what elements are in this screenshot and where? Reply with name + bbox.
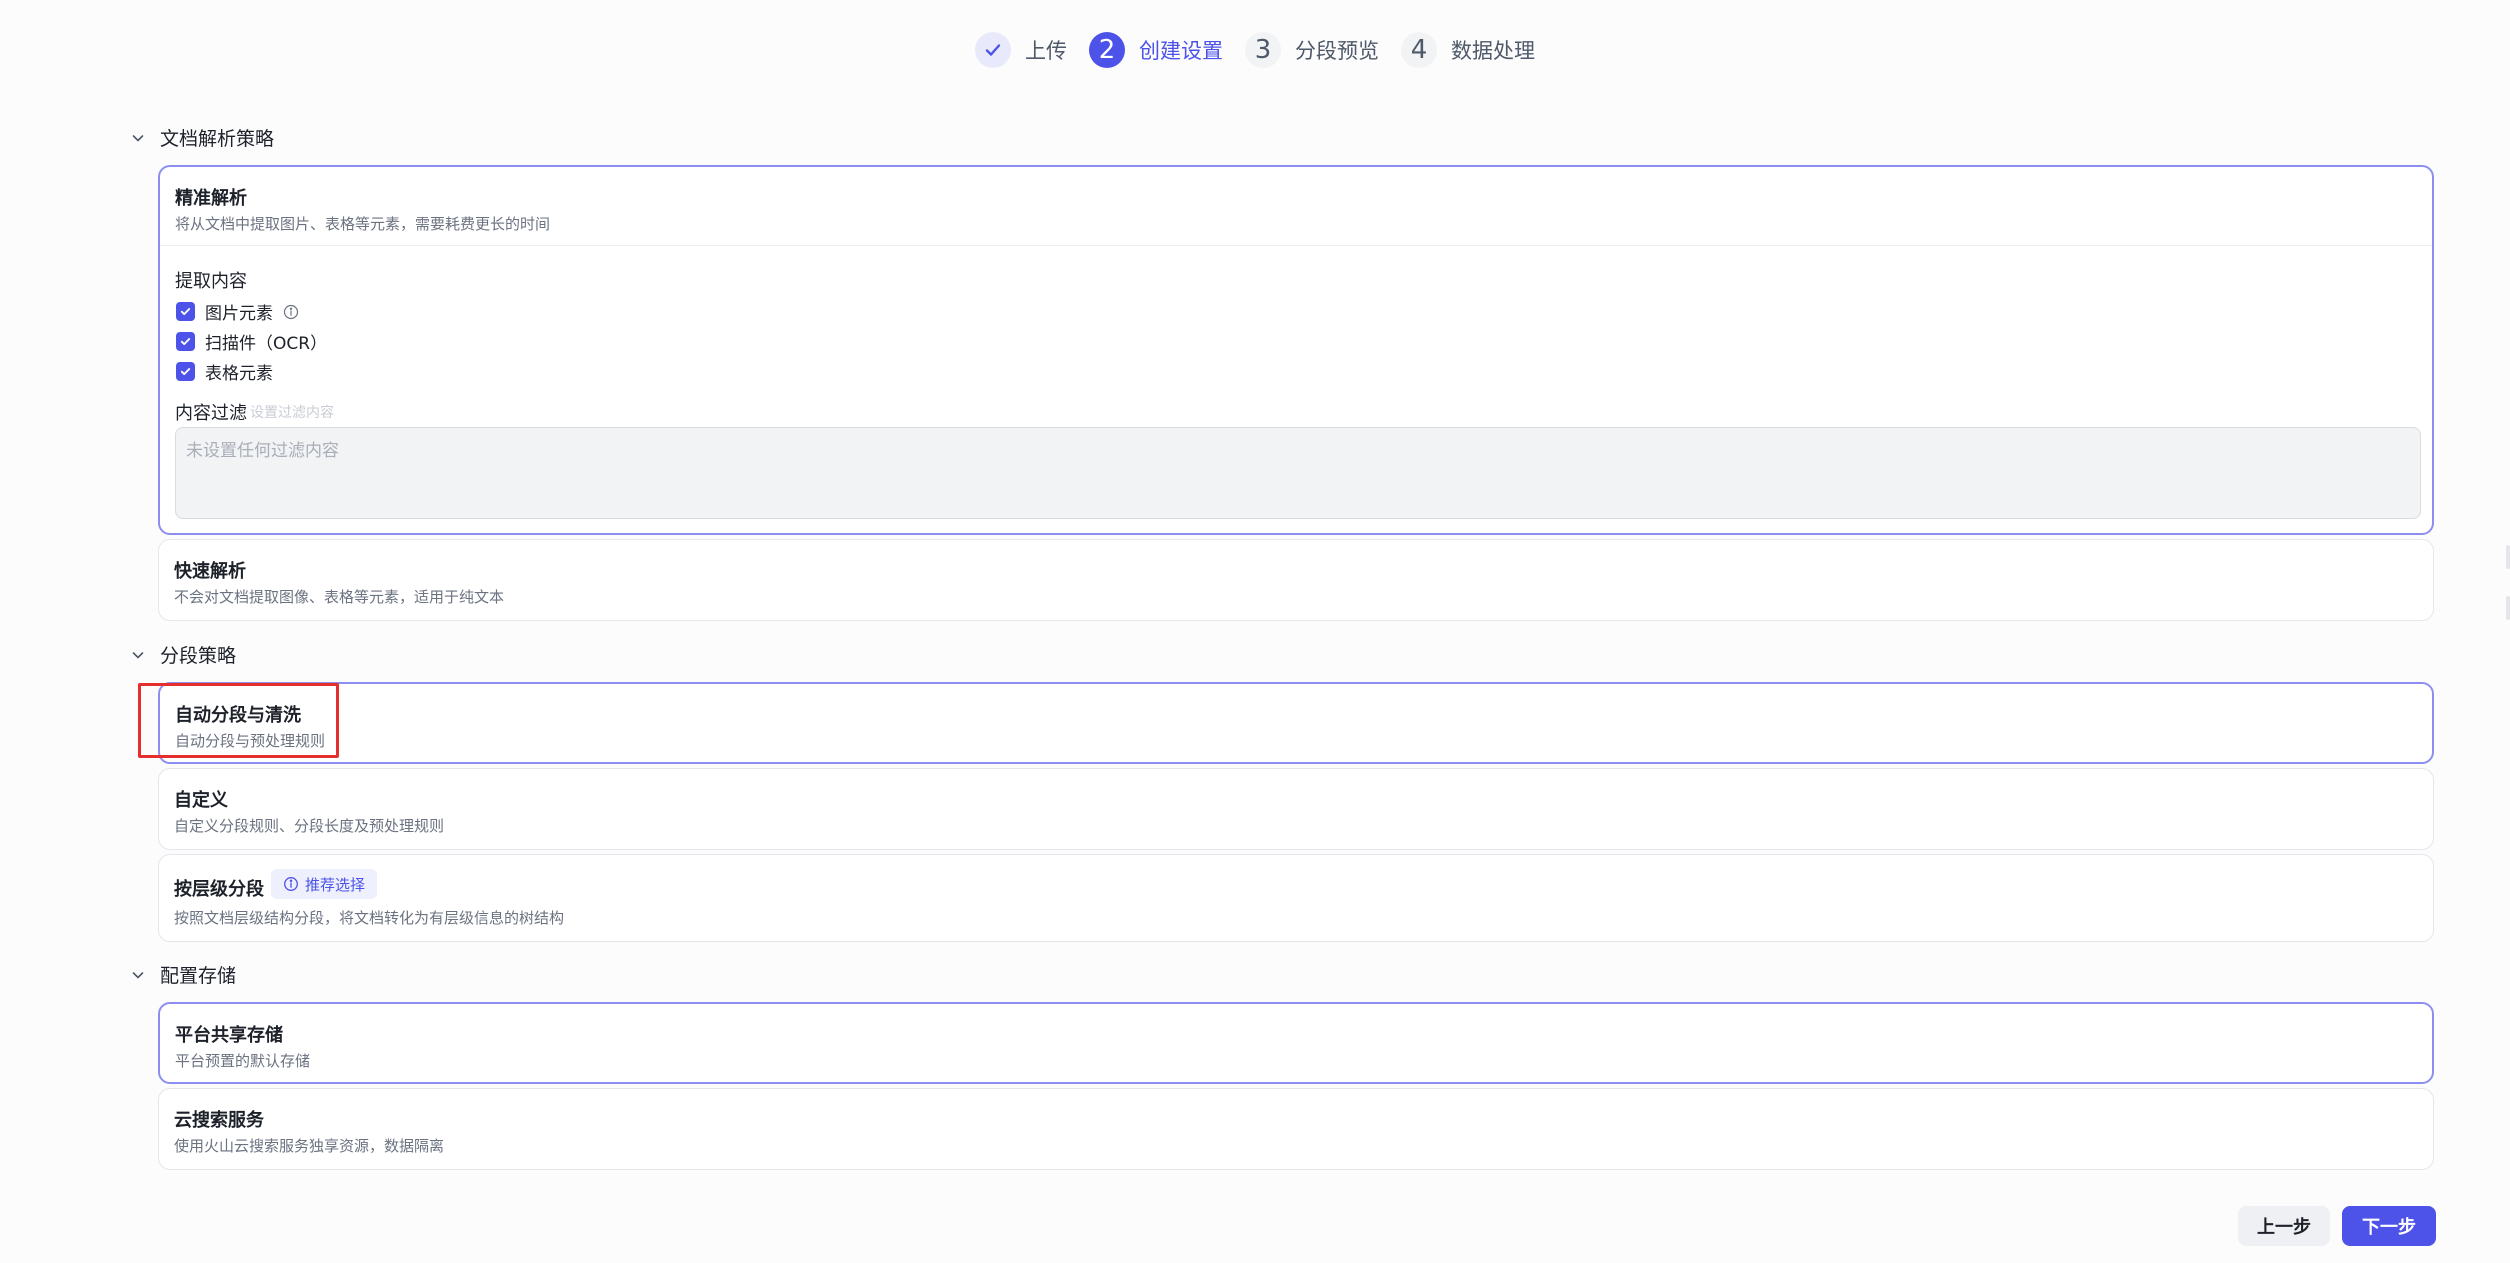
knowledge-create-settings-page: 上传 2 创建设置 3 分段预览 4 数据处理 文档解析策略 精准解析 将从文档… — [0, 0, 2510, 1263]
option-title: 快速解析 — [174, 561, 246, 582]
option-desc: 自动分段与预处理规则 — [175, 732, 326, 750]
content-filter-label: 内容过滤 — [175, 403, 247, 424]
option-title: 精准解析 — [175, 188, 247, 209]
step-number: 3 — [1245, 32, 1281, 68]
step-number: 2 — [1089, 32, 1125, 68]
segment-option-hierarchy[interactable]: 按层级分段 推荐选择 按照文档层级结构分段，将文档转化为有层级信息的树结构 — [158, 854, 2434, 942]
parsing-option-precise[interactable]: 精准解析 将从文档中提取图片、表格等元素，需要耗费更长的时间 提取内容 图片元素… — [158, 165, 2434, 535]
option-title: 平台共享存储 — [175, 1025, 283, 1046]
step-data-processing[interactable]: 4 数据处理 — [1401, 32, 1535, 68]
info-icon — [284, 877, 298, 891]
info-icon[interactable] — [283, 304, 299, 320]
segment-option-custom[interactable]: 自定义 自定义分段规则、分段长度及预处理规则 — [158, 768, 2434, 850]
option-desc: 使用火山云搜索服务独享资源，数据隔离 — [174, 1137, 445, 1155]
checkbox-table-elements[interactable]: 表格元素 — [176, 359, 273, 384]
next-step-button[interactable]: 下一步 — [2342, 1206, 2436, 1246]
step-label: 数据处理 — [1451, 39, 1535, 63]
section-title: 分段策略 — [160, 645, 237, 667]
parsing-option-fast[interactable]: 快速解析 不会对文档提取图像、表格等元素，适用于纯文本 — [158, 539, 2434, 621]
step-upload[interactable]: 上传 — [975, 32, 1067, 68]
step-segment-preview[interactable]: 3 分段预览 — [1245, 32, 1379, 68]
step-label: 创建设置 — [1139, 39, 1223, 63]
content-filter-hint[interactable]: 设置过滤内容 — [250, 402, 334, 422]
checkbox-label: 扫描件（OCR） — [205, 334, 328, 354]
chevron-down-icon — [132, 971, 144, 978]
checkbox-checked-icon[interactable] — [176, 362, 195, 381]
section-storage-header[interactable]: 配置存储 — [130, 961, 236, 988]
step-label: 分段预览 — [1295, 39, 1379, 63]
step-number: 4 — [1401, 32, 1437, 68]
chevron-down-icon — [132, 651, 144, 658]
section-segmentation-header[interactable]: 分段策略 — [130, 641, 236, 668]
checkbox-checked-icon[interactable] — [176, 332, 195, 351]
option-title: 自动分段与清洗 — [175, 705, 301, 726]
section-title: 配置存储 — [160, 965, 237, 987]
checkbox-checked-icon[interactable] — [176, 302, 195, 321]
option-title: 按层级分段 — [174, 879, 264, 900]
scrollbar-hint[interactable] — [2506, 545, 2510, 569]
step-label: 上传 — [1025, 39, 1067, 63]
step-create-settings[interactable]: 2 创建设置 — [1089, 32, 1223, 68]
storage-option-shared[interactable]: 平台共享存储 平台预置的默认存储 — [158, 1002, 2434, 1084]
option-title: 云搜索服务 — [174, 1110, 264, 1131]
storage-option-cloud[interactable]: 云搜索服务 使用火山云搜索服务独享资源，数据隔离 — [158, 1088, 2434, 1170]
section-title: 文档解析策略 — [160, 128, 275, 150]
segment-option-auto[interactable]: 自动分段与清洗 自动分段与预处理规则 — [158, 682, 2434, 764]
chevron-down-icon — [132, 134, 144, 141]
divider — [160, 245, 2432, 246]
option-desc: 平台预置的默认存储 — [175, 1052, 311, 1070]
checkbox-ocr[interactable]: 扫描件（OCR） — [176, 329, 327, 354]
recommended-badge: 推荐选择 — [271, 869, 378, 899]
option-desc: 按照文档层级结构分段，将文档转化为有层级信息的树结构 — [174, 909, 565, 927]
option-title: 自定义 — [174, 790, 228, 811]
stepper: 上传 2 创建设置 3 分段预览 4 数据处理 — [0, 32, 2510, 68]
scrollbar-hint[interactable] — [2506, 596, 2510, 620]
section-parsing-header[interactable]: 文档解析策略 — [130, 124, 274, 151]
check-icon — [975, 32, 1011, 68]
option-desc: 不会对文档提取图像、表格等元素，适用于纯文本 — [174, 588, 505, 606]
checkbox-label: 表格元素 — [205, 364, 273, 384]
badge-label: 推荐选择 — [305, 875, 366, 894]
extract-content-title: 提取内容 — [175, 271, 247, 292]
content-filter-textarea[interactable]: 未设置任何过滤内容 — [175, 427, 2421, 519]
checkbox-image-elements[interactable]: 图片元素 — [176, 299, 299, 324]
checkbox-label: 图片元素 — [205, 304, 273, 324]
option-desc: 将从文档中提取图片、表格等元素，需要耗费更长的时间 — [175, 215, 551, 233]
previous-step-button[interactable]: 上一步 — [2238, 1206, 2330, 1246]
option-desc: 自定义分段规则、分段长度及预处理规则 — [174, 817, 445, 835]
